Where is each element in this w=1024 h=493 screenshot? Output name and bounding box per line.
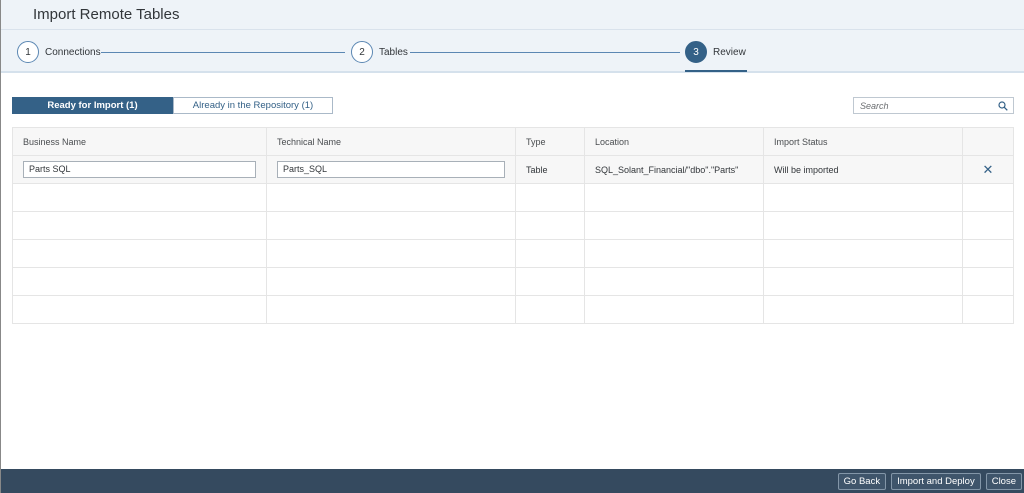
status-cell: Will be imported (763, 155, 963, 184)
col-business-name: Business Name (12, 127, 267, 156)
empty-row (12, 239, 1014, 268)
empty-row (12, 267, 1014, 296)
col-location: Location (584, 127, 764, 156)
import-and-deploy-button[interactable]: Import and Deploy (891, 472, 981, 490)
search-icon[interactable] (998, 101, 1008, 111)
dialog-footer: Go Back Import and Deploy Close (1, 469, 1024, 493)
empty-row (12, 183, 1014, 212)
table-row: Parts SQL Parts_SQL Table SQL_Solant_Fin… (12, 155, 1014, 184)
step-tables[interactable]: 2 Tables (351, 41, 408, 63)
technical-name-input[interactable]: Parts_SQL (277, 161, 505, 178)
col-type: Type (515, 127, 585, 156)
step-review[interactable]: 3 Review (685, 41, 746, 63)
step-connector (410, 52, 680, 53)
col-import-status: Import Status (763, 127, 963, 156)
col-technical-name: Technical Name (266, 127, 516, 156)
active-step-indicator (685, 70, 747, 72)
dialog-title: Import Remote Tables (1, 0, 1024, 30)
col-actions (962, 127, 1014, 156)
close-button[interactable]: Close (985, 472, 1022, 490)
step-connector (101, 52, 345, 53)
search-input[interactable]: Search (853, 97, 1014, 114)
tab-ready-for-import[interactable]: Ready for Import (1) (12, 97, 173, 114)
wizard-steps: 1 Connections 2 Tables 3 Review (1, 30, 1024, 73)
segmented-button: Ready for Import (1) Already in the Repo… (12, 97, 333, 114)
business-name-input[interactable]: Parts SQL (23, 161, 256, 178)
go-back-button[interactable]: Go Back (837, 472, 887, 490)
location-cell: SQL_Solant_Financial/"dbo"."Parts" (584, 155, 764, 184)
empty-row (12, 211, 1014, 240)
empty-row (12, 295, 1014, 324)
step-connections[interactable]: 1 Connections (17, 41, 101, 63)
remove-icon[interactable]: ✕ (962, 155, 1014, 184)
type-cell: Table (515, 155, 585, 184)
tab-already-in-repository[interactable]: Already in the Repository (1) (173, 97, 333, 114)
tables-table: Business Name Technical Name Type Locati… (12, 127, 1014, 324)
